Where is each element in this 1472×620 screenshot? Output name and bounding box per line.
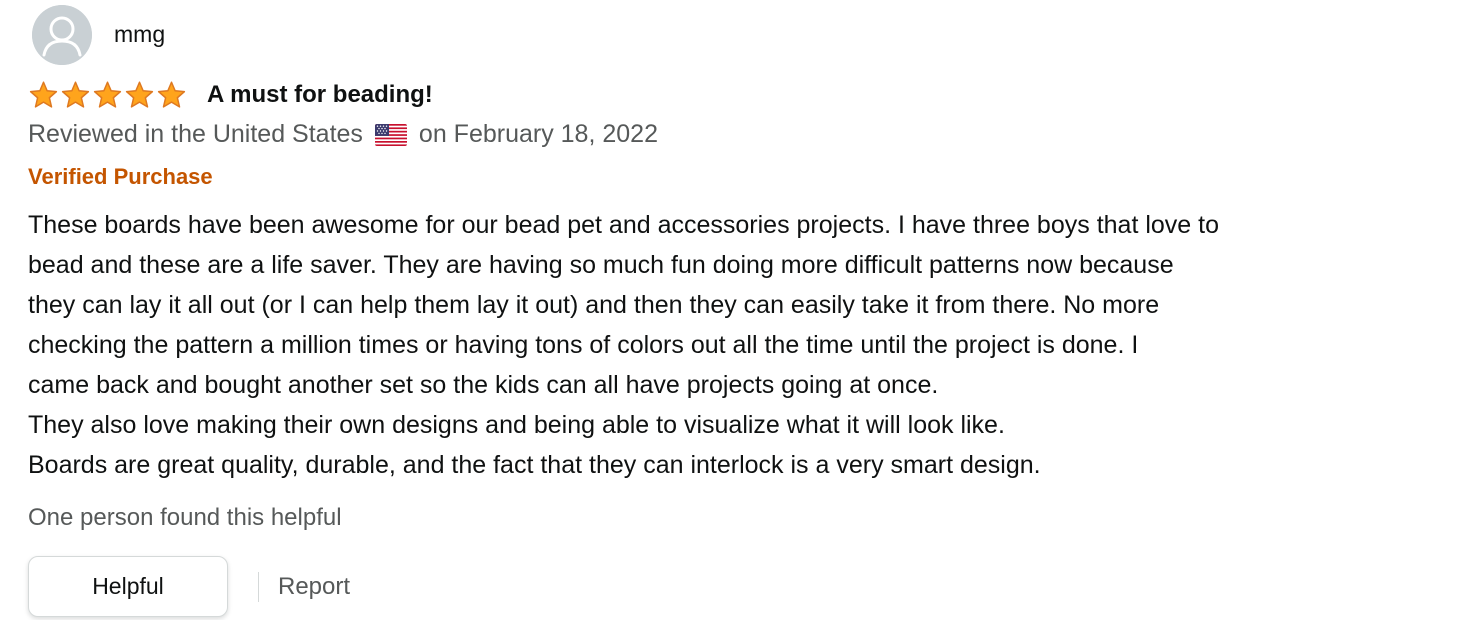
star-icon (29, 81, 58, 108)
review-location: Reviewed in the United States (28, 120, 363, 148)
review-date-location: Reviewed in the United States on Februar… (28, 120, 658, 149)
review-body-line: Boards are great quality, durable, and t… (28, 451, 1041, 479)
review-body-line: These boards have been awesome for our b… (28, 211, 1219, 239)
report-link[interactable]: Report (278, 573, 350, 601)
reviewer-profile[interactable]: mmg (32, 5, 165, 65)
review-body-line: they can lay it all out (or I can help t… (28, 291, 1160, 319)
review-body-line: They also love making their own designs … (28, 411, 1005, 439)
action-divider (258, 571, 259, 602)
review-body: These boards have been awesome for our b… (28, 205, 1428, 485)
star-icon (93, 81, 122, 108)
star-icon (125, 81, 154, 108)
review-body-line: bead and these are a life saver. They ar… (28, 251, 1174, 279)
star-icon (61, 81, 90, 108)
verified-purchase-badge[interactable]: Verified Purchase (28, 164, 213, 190)
helpful-count: One person found this helpful (28, 504, 342, 531)
star-icon (157, 81, 186, 108)
star-rating[interactable] (28, 80, 187, 110)
review-title-row: A must for beading! (28, 80, 433, 110)
review-date: on February 18, 2022 (418, 120, 658, 148)
customer-review: mmg A must for beading! Reviewed in the … (0, 0, 1472, 620)
reviewer-name[interactable]: mmg (114, 21, 165, 48)
review-body-line: came back and bought another set so the … (28, 371, 939, 399)
review-body-line: checking the pattern a million times or … (28, 331, 1139, 359)
helpful-button[interactable]: Helpful (28, 556, 228, 617)
review-actions: Helpful Report (28, 556, 350, 617)
user-avatar-icon[interactable] (32, 5, 92, 65)
us-flag-icon (374, 123, 407, 146)
review-title[interactable]: A must for beading! (207, 81, 433, 109)
